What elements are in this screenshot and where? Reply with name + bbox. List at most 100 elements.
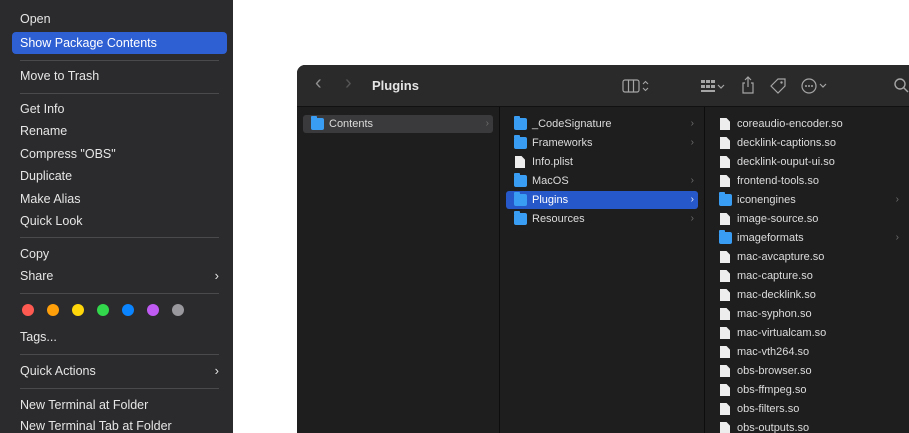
file-row[interactable]: obs-browser.so	[711, 362, 903, 380]
menu-item-make-alias[interactable]: Make Alias	[12, 188, 227, 210]
folder-icon	[514, 173, 527, 187]
menu-item-quick-look[interactable]: Quick Look	[12, 210, 227, 232]
file-icon	[720, 365, 730, 377]
file-row[interactable]: obs-ffmpeg.so	[711, 381, 903, 399]
file-row[interactable]: mac-syphon.so	[711, 305, 903, 323]
finder-toolbar: ‹ › Plugins	[297, 65, 909, 107]
chevron-right-icon: ›	[690, 175, 694, 186]
menu-item-copy[interactable]: Copy	[12, 243, 227, 265]
file-icon	[720, 251, 730, 263]
item-label: iconengines	[737, 194, 796, 206]
folder-row[interactable]: Plugins ›	[506, 191, 698, 209]
file-row[interactable]: Info.plist	[506, 153, 698, 171]
file-row[interactable]: obs-filters.so	[711, 400, 903, 418]
file-row[interactable]: obs-outputs.so	[711, 419, 903, 433]
item-label: Plugins	[532, 194, 569, 206]
item-label: mac-vth264.so	[737, 346, 810, 358]
folder-row[interactable]: imageformats ›	[711, 229, 903, 247]
file-icon	[515, 156, 525, 168]
forward-icon[interactable]: ›	[345, 72, 352, 95]
item-label: image-source.so	[737, 213, 819, 225]
more-icon[interactable]	[800, 77, 830, 95]
item-label: Frameworks	[532, 137, 593, 149]
item-label: obs-ffmpeg.so	[737, 384, 807, 396]
folder-row[interactable]: Frameworks ›	[506, 134, 698, 152]
menu-item-compress[interactable]: Compress "OBS"	[12, 143, 227, 165]
finder-column-1: Contents ›	[297, 107, 500, 433]
chevron-right-icon: ›	[690, 118, 694, 129]
file-icon	[720, 270, 730, 282]
menu-separator	[20, 237, 219, 238]
folder-icon	[514, 135, 527, 149]
tag-gray-dot[interactable]	[172, 304, 184, 316]
item-label: decklink-captions.so	[737, 137, 837, 149]
menu-item-get-info[interactable]: Get Info	[12, 98, 227, 120]
folder-row[interactable]: Resources ›	[506, 210, 698, 228]
tag-red-dot[interactable]	[22, 304, 34, 316]
file-icon	[720, 403, 730, 415]
folder-row[interactable]: iconengines ›	[711, 191, 903, 209]
menu-item-open[interactable]: Open	[12, 8, 227, 30]
menu-item-share-label: Share	[20, 269, 54, 283]
menu-item-tags[interactable]: Tags...	[12, 326, 227, 348]
menu-item-quick-actions-label: Quick Actions	[20, 364, 96, 378]
item-label: mac-virtualcam.so	[737, 327, 827, 339]
file-row[interactable]: mac-capture.so	[711, 267, 903, 285]
file-icon	[720, 175, 730, 187]
tag-green-dot[interactable]	[97, 304, 109, 316]
finder-column-2: _CodeSignature › Frameworks › Info.plist MacO…	[500, 107, 705, 433]
context-menu: Open Show Package Contents Move to Trash…	[0, 0, 233, 433]
chevron-right-icon: ›	[690, 137, 694, 148]
tag-blue-dot[interactable]	[122, 304, 134, 316]
column-view-icon[interactable]	[622, 78, 652, 94]
file-row[interactable]: mac-decklink.so	[711, 286, 903, 304]
file-icon	[720, 346, 730, 358]
menu-separator	[20, 293, 219, 294]
search-icon[interactable]	[893, 77, 909, 95]
menu-item-duplicate[interactable]: Duplicate	[12, 165, 227, 187]
chevron-right-icon: ›	[690, 194, 694, 205]
folder-row[interactable]: Contents ›	[303, 115, 493, 133]
finder-window: ‹ › Plugins Contents › _CodeSignature › …	[297, 65, 909, 433]
file-row[interactable]: decklink-captions.so	[711, 134, 903, 152]
item-label: obs-browser.so	[737, 365, 812, 377]
folder-row[interactable]: MacOS ›	[506, 172, 698, 190]
menu-item-show-package-contents[interactable]: Show Package Contents	[12, 32, 227, 54]
menu-separator	[20, 388, 219, 389]
menu-item-quick-actions[interactable]: Quick Actions ›	[12, 360, 227, 382]
chevron-right-icon: ›	[214, 363, 219, 378]
file-row[interactable]: frontend-tools.so	[711, 172, 903, 190]
folder-icon	[719, 230, 732, 244]
menu-item-new-terminal-tab[interactable]: New Terminal Tab at Folder	[12, 415, 227, 433]
file-icon	[720, 308, 730, 320]
chevron-right-icon: ›	[895, 194, 899, 205]
tag-orange-dot[interactable]	[47, 304, 59, 316]
file-row[interactable]: mac-avcapture.so	[711, 248, 903, 266]
menu-item-move-to-trash[interactable]: Move to Trash	[12, 65, 227, 87]
back-icon[interactable]: ‹	[315, 72, 322, 95]
menu-item-new-terminal[interactable]: New Terminal at Folder	[12, 394, 227, 416]
chevron-right-icon: ›	[214, 268, 219, 283]
item-label: decklink-ouput-ui.so	[737, 156, 835, 168]
file-row[interactable]: coreaudio-encoder.so	[711, 115, 903, 133]
file-icon	[720, 213, 730, 225]
file-row[interactable]: mac-virtualcam.so	[711, 324, 903, 342]
item-label: Resources	[532, 213, 585, 225]
file-row[interactable]: decklink-ouput-ui.so	[711, 153, 903, 171]
item-label: MacOS	[532, 175, 569, 187]
tag-icon[interactable]	[768, 76, 788, 96]
file-icon	[720, 384, 730, 396]
file-row[interactable]: image-source.so	[711, 210, 903, 228]
share-icon[interactable]	[740, 75, 756, 95]
folder-row[interactable]: _CodeSignature ›	[506, 115, 698, 133]
file-row[interactable]: mac-vth264.so	[711, 343, 903, 361]
menu-item-rename[interactable]: Rename	[12, 120, 227, 142]
tag-purple-dot[interactable]	[147, 304, 159, 316]
group-icon[interactable]	[700, 78, 726, 94]
item-label: mac-syphon.so	[737, 308, 812, 320]
folder-icon	[311, 116, 324, 130]
menu-item-share[interactable]: Share ›	[12, 265, 227, 287]
file-icon	[720, 137, 730, 149]
tag-yellow-dot[interactable]	[72, 304, 84, 316]
item-label: frontend-tools.so	[737, 175, 819, 187]
